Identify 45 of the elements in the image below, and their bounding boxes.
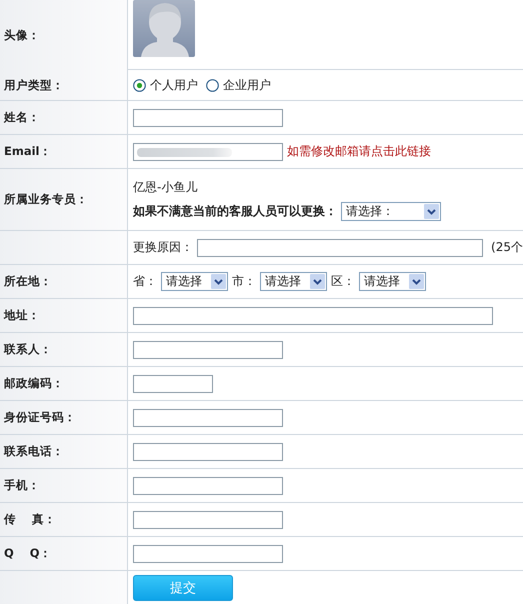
label-cell: 所在地： [0,265,128,298]
field-label: 区： [331,273,355,290]
chevron-icon [424,204,439,218]
input-field[interactable] [133,142,283,160]
radio-button[interactable] [133,78,146,92]
label-cell: 头像： [0,0,128,70]
link[interactable]: 如需修改邮箱请点击此链接 [287,143,431,160]
input-field[interactable] [133,544,283,562]
field-label: 更换原因： [133,239,193,256]
dropdown[interactable]: 请选择 [359,272,426,291]
agent-name: 亿恩-小鱼儿 [133,178,198,196]
input-field[interactable] [133,108,283,126]
dropdown[interactable]: 请选择 [161,272,228,291]
input-field[interactable] [133,476,283,494]
label-cell: 地址： [0,299,128,332]
change-prompt: 如果不满意当前的客服人员可以更换： [133,202,337,220]
label-cell: 姓名： [0,101,128,134]
label-cell: 所属业务专员： [0,169,128,230]
field-label: 市： [232,273,256,290]
label-cell: 身份证号码： [0,401,128,434]
input-field[interactable] [133,374,213,392]
radio-button[interactable] [206,78,219,92]
dropdown[interactable]: 请选择 [260,272,327,291]
chevron-icon [310,274,325,289]
input-field[interactable] [197,238,484,256]
chevron-icon [409,274,424,289]
label-cell: Email： [0,135,128,168]
radio-label: 个人用户 [150,76,198,94]
input-field[interactable] [133,306,493,324]
label-cell: 手机： [0,469,128,502]
radio-label: 企业用户 [223,76,271,94]
input-field[interactable] [133,408,283,426]
input-field[interactable] [133,510,283,528]
label-cell: 联系人： [0,333,128,366]
chevron-icon [211,274,226,289]
label-cell: 邮政编码： [0,367,128,400]
input-field[interactable] [133,340,283,358]
label-cell: 联系电话： [0,435,128,468]
label-cell: 用户类型： [0,70,128,100]
label-cell: Q Q： [0,537,128,570]
character-note: (25个 [491,239,523,256]
field-label: 省： [133,273,157,290]
input-field[interactable] [133,442,283,460]
label-cell: 传 真： [0,503,128,536]
dropdown[interactable]: 请选择： [341,202,441,220]
